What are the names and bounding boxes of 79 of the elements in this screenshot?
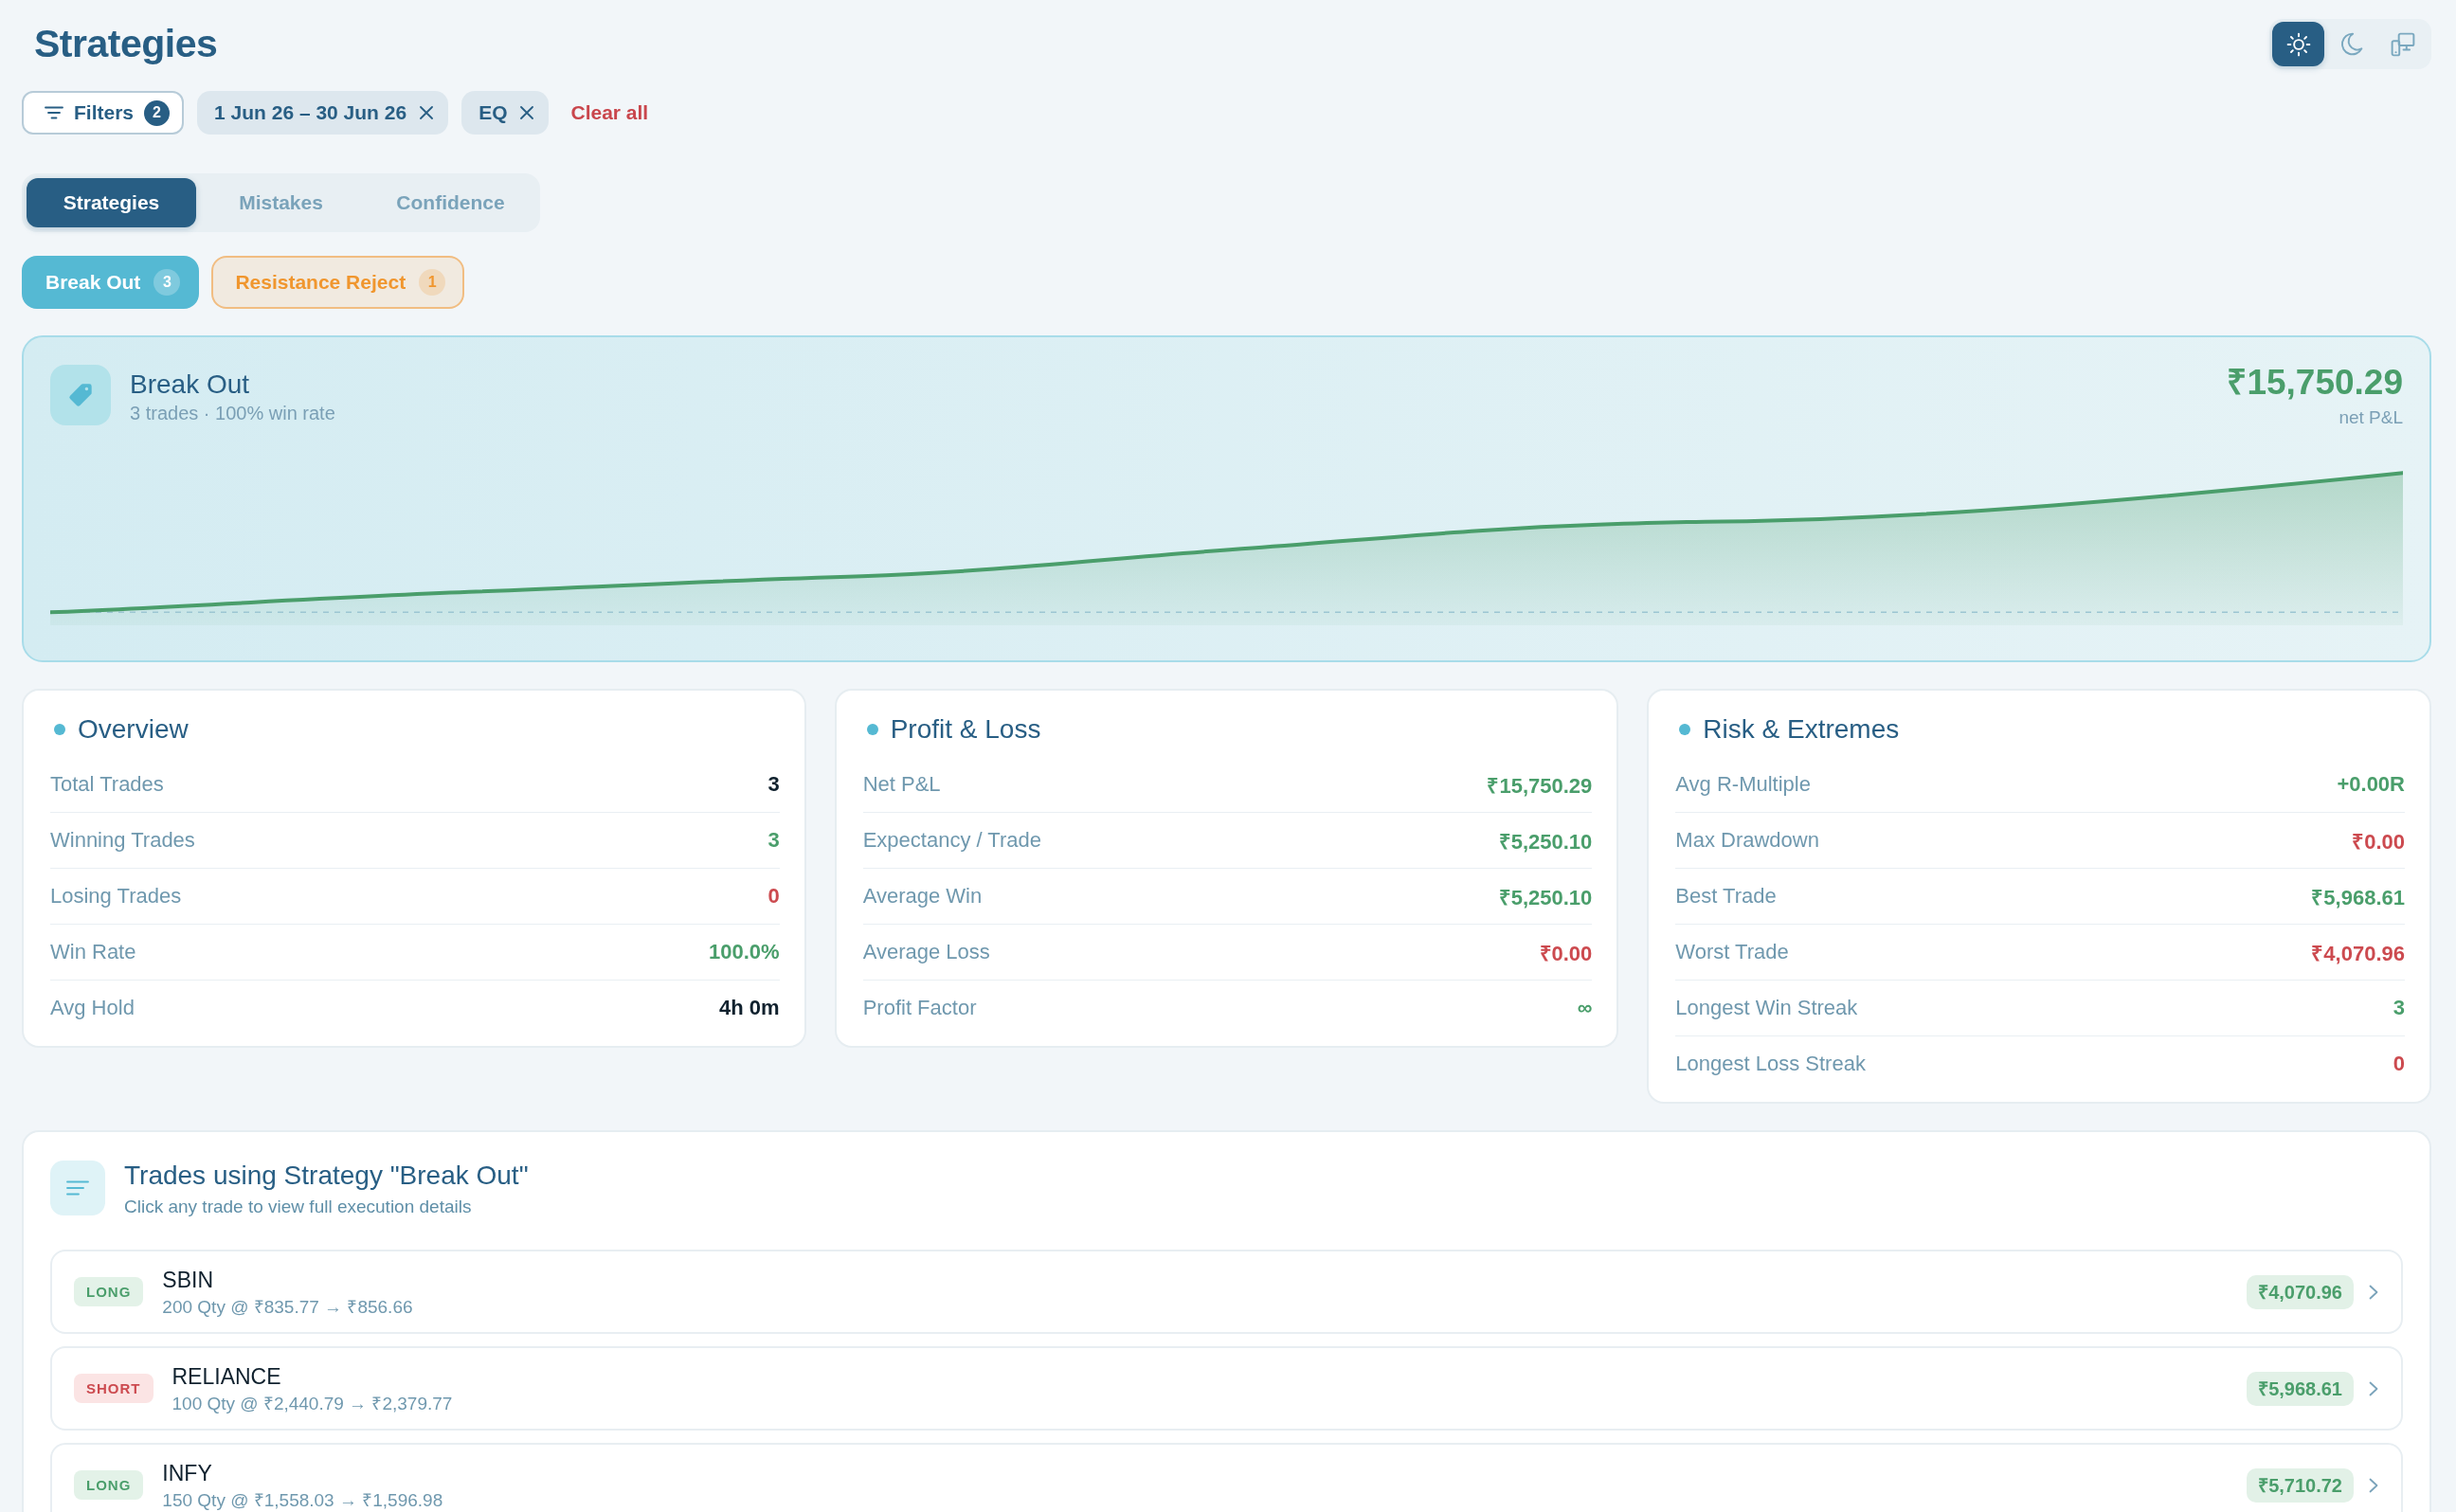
theme-button[interactable] xyxy=(2272,22,2324,66)
chevron-icon xyxy=(2369,1380,2378,1396)
stat-label: Profit Factor xyxy=(862,996,977,1020)
clear-all-link[interactable]: Clear all xyxy=(570,101,649,124)
stat-value: ₹4,070.96 xyxy=(2311,941,2405,966)
strategy-subtitle: 3 trades · 100% win rate xyxy=(130,402,335,425)
stat-label: Total Trades xyxy=(50,771,164,797)
stat-label: Winning Trades xyxy=(50,828,195,853)
count-badge: 2 xyxy=(144,99,171,126)
stat-label: Average Loss xyxy=(862,940,990,964)
pnl-pill: ₹4,070.96 xyxy=(2247,1274,2354,1309)
stat-label: Avg R-Multiple xyxy=(1675,771,1811,797)
stat-value: ₹0.00 xyxy=(2352,829,2405,855)
stat-value: 0 xyxy=(2393,1052,2405,1076)
page-title: Strategies xyxy=(34,21,218,67)
stat-value: ₹5,250.10 xyxy=(1498,885,1593,910)
stat-label: Avg Hold xyxy=(50,996,135,1020)
stat-value: 100.0% xyxy=(709,940,780,964)
tag-icon xyxy=(50,365,111,425)
section-title: Trades using Strategy "Break Out" xyxy=(124,1160,529,1192)
stat-label: Best Trade xyxy=(1675,884,1777,909)
stat-value: +0.00R xyxy=(2337,771,2405,797)
bullet-dot-icon xyxy=(1679,724,1691,735)
trade-row[interactable]: SHORT RELIANCE 100 Qty @ ₹2,440.79 → ₹2,379.77 ₹5,968.61 xyxy=(50,1346,2403,1431)
filters-button[interactable]: Filters 2 xyxy=(22,91,185,135)
close-icon[interactable] xyxy=(420,106,434,119)
net-pnl-value: ₹15,750.29 xyxy=(2227,362,2403,404)
tab[interactable]: Strategies xyxy=(27,178,196,227)
stat-label: Max Drawdown xyxy=(1675,828,1819,853)
side-badge: SHORT xyxy=(74,1374,154,1403)
stat-value: 3 xyxy=(768,828,780,853)
stat-value: ∞ xyxy=(1577,996,1593,1020)
stat-value: ₹5,250.10 xyxy=(1498,829,1593,855)
side-badge: LONG xyxy=(74,1277,144,1306)
count-badge: 1 xyxy=(419,269,446,296)
devices-icon xyxy=(2390,31,2415,57)
filter-chip[interactable]: 1 Jun 26 – 30 Jun 26 xyxy=(197,91,449,135)
stat-label: Net P&L xyxy=(862,771,941,797)
count-badge: 3 xyxy=(154,269,181,296)
net-pnl-label: net P&L xyxy=(2339,406,2403,429)
stat-label: Win Rate xyxy=(50,940,136,964)
card-title: Profit & Loss xyxy=(890,713,1041,746)
stat-value: 0 xyxy=(768,884,780,909)
bullet-dot-icon xyxy=(54,724,65,735)
stat-label: Worst Trade xyxy=(1675,940,1789,964)
stat-label: Longest Loss Streak xyxy=(1675,1052,1866,1076)
pnl-pill: ₹5,710.72 xyxy=(2247,1467,2354,1503)
chevron-icon xyxy=(2369,1477,2378,1493)
stat-label: Longest Win Streak xyxy=(1675,996,1858,1020)
pnl-pill: ₹5,968.61 xyxy=(2247,1371,2354,1406)
stat-label: Losing Trades xyxy=(50,884,182,909)
bullet-dot-icon xyxy=(866,724,878,735)
trade-row[interactable]: LONG SBIN 200 Qty @ ₹835.77 → ₹856.66 ₹4,070.96 xyxy=(50,1250,2403,1334)
section-subtitle: Click any trade to view full execution details xyxy=(124,1196,472,1218)
stat-value: 3 xyxy=(2393,996,2405,1020)
stat-label: Expectancy / Trade xyxy=(862,828,1041,853)
trade-symbol: INFY xyxy=(162,1459,212,1486)
trade-symbol: RELIANCE xyxy=(172,1362,281,1390)
card-title: Risk & Extremes xyxy=(1703,713,1900,746)
stat-value: 4h 0m xyxy=(719,996,780,1020)
close-icon[interactable] xyxy=(520,106,534,119)
trade-symbol: SBIN xyxy=(162,1266,214,1293)
filter-icon xyxy=(45,106,63,119)
filter-chip[interactable]: EQ xyxy=(461,91,550,135)
trade-detail: 150 Qty @ ₹1,558.03 → ₹1,596.98 xyxy=(162,1489,443,1511)
chevron-icon xyxy=(2369,1284,2378,1300)
side-badge: LONG xyxy=(74,1470,144,1500)
list-icon xyxy=(50,1161,105,1215)
strategy-title: Break Out xyxy=(130,369,251,401)
trade-detail: 200 Qty @ ₹835.77 → ₹856.66 xyxy=(162,1296,413,1318)
card-title: Overview xyxy=(78,713,189,746)
stat-value: ₹0.00 xyxy=(1539,941,1593,966)
trade-detail: 100 Qty @ ₹2,440.79 → ₹2,379.77 xyxy=(172,1393,453,1414)
stat-value: ₹15,750.29 xyxy=(1487,772,1593,799)
stat-value: 3 xyxy=(768,771,780,797)
sun-icon xyxy=(2285,31,2311,57)
stat-value: ₹5,968.61 xyxy=(2311,885,2405,910)
stat-label: Average Win xyxy=(862,884,983,909)
trade-row[interactable]: LONG INFY 150 Qty @ ₹1,558.03 → ₹1,596.98 ₹5,710.72 xyxy=(50,1443,2403,1512)
